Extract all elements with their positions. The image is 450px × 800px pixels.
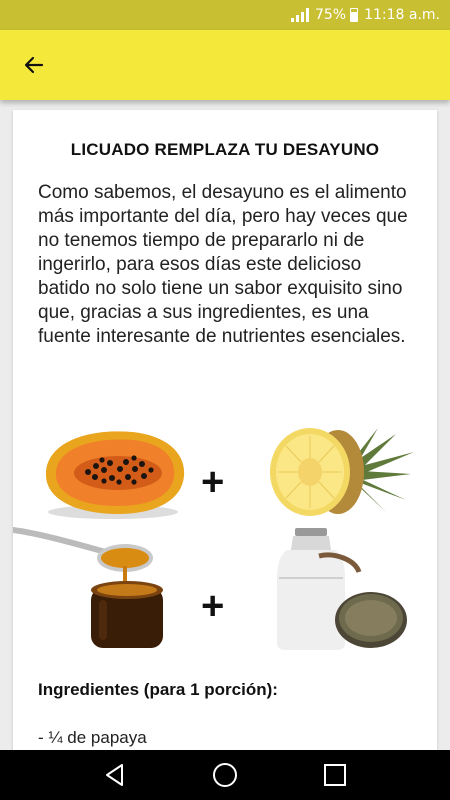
- article-title: LICUADO REMPLAZA TU DESAYUNO: [70, 140, 380, 159]
- circle-home-icon: [213, 763, 237, 787]
- app-bar: [0, 30, 450, 100]
- article-intro: Como sabemos, el desayuno es el alimento…: [38, 182, 408, 347]
- battery-percent: 75%: [314, 7, 347, 23]
- navigation-bar: [0, 750, 450, 800]
- clock: 11:18 a.m.: [364, 7, 440, 23]
- milk-coconut-image: [277, 528, 407, 650]
- signal-icon: [290, 8, 309, 22]
- square-recents-icon: [324, 764, 346, 786]
- arrow-left-icon: [24, 56, 44, 74]
- plus-sign: +: [201, 460, 225, 504]
- back-button[interactable]: [18, 49, 50, 81]
- plus-sign: +: [201, 584, 225, 628]
- honey-image: [13, 527, 163, 648]
- triangle-back-icon: [106, 764, 123, 786]
- pineapple-image: [270, 428, 414, 516]
- papaya-image: [45, 431, 185, 519]
- nav-back-button[interactable]: [95, 755, 135, 795]
- ingredient-item: - ¼ de papaya: [38, 728, 147, 747]
- ingredients-heading: Ingredientes (para 1 porción):: [38, 680, 278, 699]
- article-card: LICUADO REMPLAZA TU DESAYUNO Como sabemo…: [13, 110, 437, 770]
- nav-home-button[interactable]: [205, 755, 245, 795]
- battery-icon: [350, 8, 359, 22]
- nav-recents-button[interactable]: [315, 755, 355, 795]
- ingredients-image: + +: [13, 422, 437, 662]
- status-bar: 75% 11:18 a.m.: [0, 0, 450, 30]
